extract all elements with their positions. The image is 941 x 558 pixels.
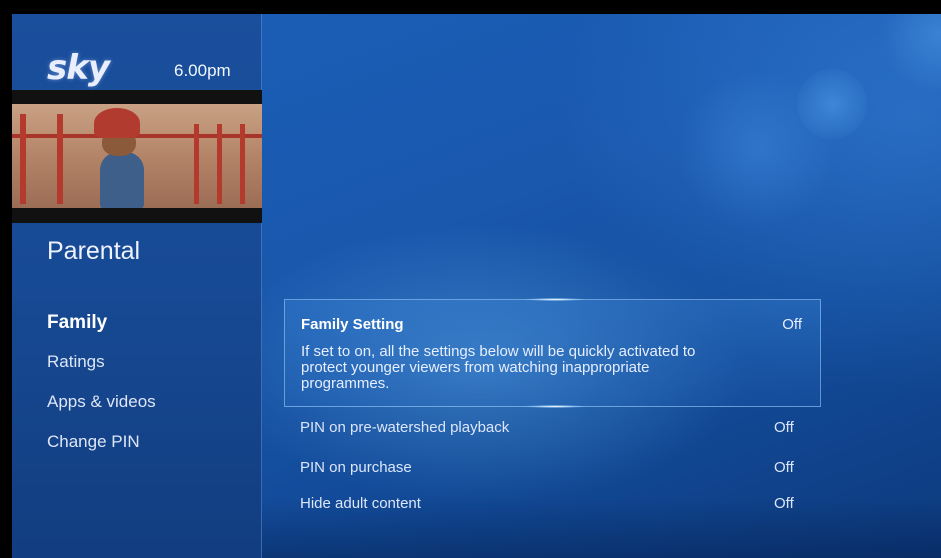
setting-row-hide-adult[interactable]: Hide adult content [300, 495, 421, 512]
setting-row-value: Off [774, 495, 794, 512]
live-tv-preview[interactable] [12, 90, 262, 223]
scene-rail [20, 114, 26, 204]
nav-item-apps-videos[interactable]: Apps & videos [47, 392, 156, 412]
section-title: Parental [47, 237, 141, 265]
setting-row-pin-purchase[interactable]: PIN on purchase [300, 459, 412, 476]
scene-rail [240, 124, 245, 204]
nav-item-ratings[interactable]: Ratings [47, 352, 105, 372]
nav-item-change-pin[interactable]: Change PIN [47, 432, 140, 452]
setting-row-pin-pre-watershed[interactable]: PIN on pre-watershed playback [300, 419, 509, 436]
focus-glow [525, 298, 585, 301]
setting-description: If set to on, all the settings below wil… [301, 343, 696, 392]
background-bubble [797, 69, 867, 139]
preview-scene [12, 104, 262, 208]
background-bubble [880, 14, 941, 94]
setting-value: Off [782, 316, 802, 333]
setting-row-value: Off [774, 459, 794, 476]
focus-glow [525, 405, 585, 408]
scene-rail [194, 124, 199, 204]
scene-rail [57, 114, 63, 204]
family-setting-panel[interactable]: Family Setting Off If set to on, all the… [284, 298, 821, 408]
clock: 6.00pm [174, 61, 231, 80]
sky-logo: sky [47, 48, 110, 88]
setting-title: Family Setting [301, 316, 404, 333]
scene-rail [217, 124, 222, 204]
bear-figure [100, 152, 144, 208]
bear-figure [94, 108, 140, 138]
setting-row-value: Off [774, 419, 794, 436]
sidebar: sky 6.00pm Parental Family Ratings Apps … [12, 14, 262, 558]
nav-item-family[interactable]: Family [47, 312, 107, 334]
tv-screen: sky 6.00pm Parental Family Ratings Apps … [12, 14, 941, 558]
